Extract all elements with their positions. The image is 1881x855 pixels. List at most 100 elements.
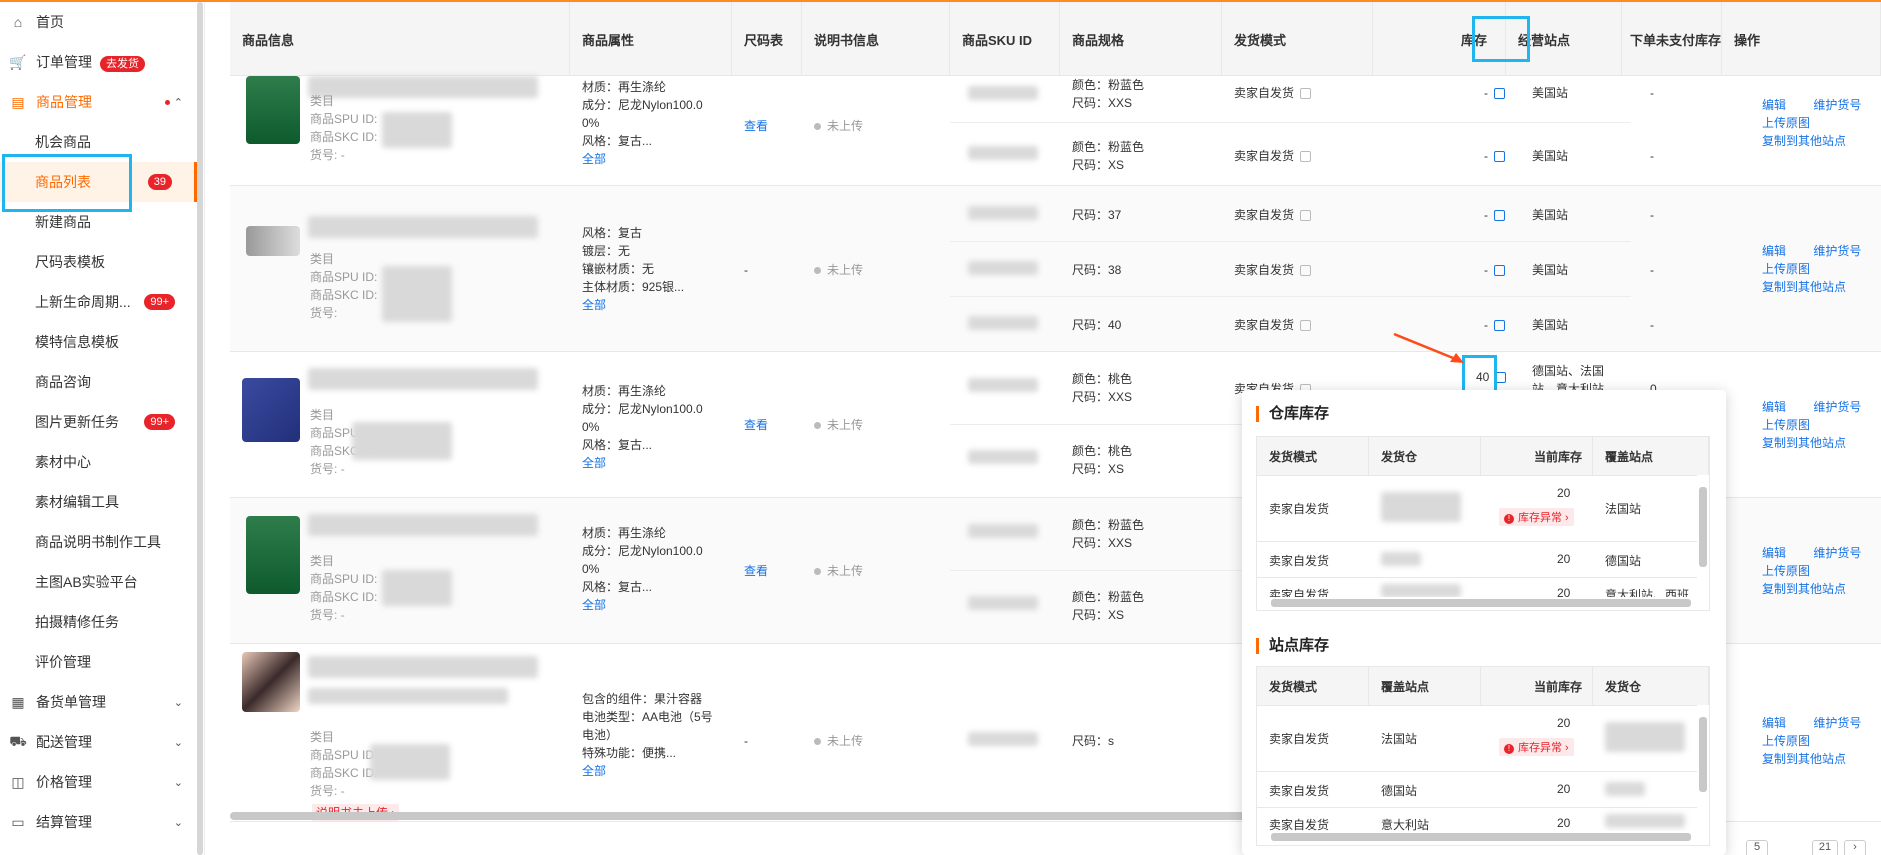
nav-stock-order[interactable]: ▦ 备货单管理 ⌄ [0, 682, 197, 722]
edit-icon[interactable] [1300, 151, 1312, 163]
stock-value: - [1484, 147, 1505, 165]
stock-exception-badge[interactable]: ! 库存异常 › [1499, 508, 1574, 526]
copy-site-link[interactable]: 复制到其他站点 [1762, 580, 1874, 598]
edit-stock-icon[interactable] [1494, 210, 1505, 222]
edit-stock-icon[interactable] [1494, 151, 1505, 163]
upload-image-link[interactable]: 上传原图 [1762, 114, 1874, 132]
sub-ab-platform[interactable]: 主图AB实验平台 [0, 562, 197, 602]
maintain-code-link[interactable]: 维护货号 [1813, 98, 1861, 112]
nav-orders[interactable]: 🛒 订单管理 去发货 [0, 42, 197, 82]
site-horizontal-scrollbar[interactable] [1271, 833, 1691, 841]
nav-price[interactable]: ◫ 价格管理 ⌄ [0, 762, 197, 802]
page-5-button[interactable]: 5 [1746, 840, 1768, 855]
wh-mode: 卖家自发货 [1269, 588, 1330, 597]
attrs-list: 材质：再生涤纶 成分：尼龙Nylon100.0 0% 风格：复古... 全部 [582, 78, 727, 168]
upload-image-link[interactable]: 上传原图 [1762, 416, 1874, 434]
lifecycle-badge: 99+ [144, 294, 175, 310]
sub-size-template[interactable]: 尺码表模板 [0, 242, 197, 282]
page-21-button[interactable]: 21 [1812, 840, 1838, 855]
th-unpaid: 下单未支付库存 [1622, 2, 1722, 76]
table-row: 类目 商品SPU ID: 商品SKC ID: 货号: 风格：复古 镀层：无 镶嵌材质… [230, 186, 1881, 352]
blurred-title [308, 368, 538, 390]
blurred-title [308, 76, 538, 98]
label-category: 类目 [310, 554, 335, 568]
edit-stock-icon[interactable] [1494, 88, 1505, 100]
copy-site-link[interactable]: 复制到其他站点 [1762, 278, 1874, 296]
label-sku-code: 货号: - [310, 784, 345, 798]
site-vertical-scrollbar[interactable] [1699, 717, 1707, 792]
maintain-code-link[interactable]: 维护货号 [1813, 244, 1861, 258]
blurred-title [308, 656, 538, 678]
edit-icon[interactable] [1300, 265, 1312, 277]
edit-icon[interactable] [1300, 88, 1312, 100]
maintain-code-link[interactable]: 维护货号 [1813, 546, 1861, 560]
edit-link[interactable]: 编辑 [1762, 400, 1786, 414]
cart-icon: 🛒 [9, 53, 27, 70]
upload-image-link[interactable]: 上传原图 [1762, 562, 1874, 580]
app-root: ⌂ 首页 🛒 订单管理 去发货 ▤ 商品管理 ⌃ 机会商品 商品列表 39 新建商… [0, 0, 1881, 855]
label-category: 类目 [310, 252, 335, 266]
maintain-code-link[interactable]: 维护货号 [1813, 400, 1861, 414]
chevron-up-icon: ⌃ [173, 96, 183, 109]
sub-review[interactable]: 评价管理 [0, 642, 197, 682]
nav-goods[interactable]: ▤ 商品管理 ⌃ [0, 82, 197, 122]
attrs-list: 风格：复古 镀层：无 镶嵌材质：无 主体材质：925银... 全部 [582, 224, 727, 314]
label-sku-code: 货号: - [310, 462, 345, 476]
edit-link[interactable]: 编辑 [1762, 244, 1786, 258]
edit-link[interactable]: 编辑 [1762, 98, 1786, 112]
sub-shoot-task[interactable]: 拍摄精修任务 [0, 602, 197, 642]
attrs-all-link[interactable]: 全部 [582, 596, 727, 614]
blurred-ids [382, 266, 452, 322]
sub-material-center[interactable]: 素材中心 [0, 442, 197, 482]
sidebar-scrollbar[interactable] [197, 2, 203, 855]
attrs-all-link[interactable]: 全部 [582, 296, 727, 314]
edit-stock-icon[interactable] [1494, 320, 1505, 332]
manual-status: 未上传 [814, 732, 863, 750]
copy-site-link[interactable]: 复制到其他站点 [1762, 750, 1874, 768]
sub-manual-tool[interactable]: 商品说明书制作工具 [0, 522, 197, 562]
copy-site-link[interactable]: 复制到其他站点 [1762, 132, 1874, 150]
wallet-icon: ▭ [11, 813, 25, 830]
product-thumbnail [242, 378, 300, 442]
next-page-icon[interactable]: › [1844, 840, 1866, 855]
edit-stock-icon[interactable] [1494, 265, 1505, 277]
nav-settlement[interactable]: ▭ 结算管理 ⌄ [0, 802, 197, 842]
sub-consult[interactable]: 商品咨询 [0, 362, 197, 402]
edit-link[interactable]: 编辑 [1762, 716, 1786, 730]
attrs-all-link[interactable]: 全部 [582, 454, 727, 472]
stock-exception-badge[interactable]: ! 库存异常 › [1499, 738, 1574, 756]
edit-icon[interactable] [1300, 320, 1312, 332]
nav-delivery[interactable]: ⛟ 配送管理 ⌄ [0, 722, 197, 762]
sub-material-editor[interactable]: 素材编辑工具 [0, 482, 197, 522]
size-table-view-link[interactable]: 查看 [744, 562, 768, 580]
blurred-ids [382, 112, 452, 148]
th-spec: 商品规格 [1060, 2, 1222, 76]
highlight-goods-list [2, 154, 132, 212]
edit-stock-icon[interactable] [1495, 372, 1507, 384]
maintain-code-link[interactable]: 维护货号 [1813, 716, 1861, 730]
edit-link[interactable]: 编辑 [1762, 546, 1786, 560]
warehouse-horizontal-scrollbar[interactable] [1271, 599, 1691, 607]
attrs-all-link[interactable]: 全部 [582, 150, 727, 168]
sku-spec: 尺码：40 [1072, 318, 1122, 332]
attrs-all-link[interactable]: 全部 [582, 762, 727, 780]
ship-mode: 卖家自发货 [1234, 206, 1312, 224]
upload-image-link[interactable]: 上传原图 [1762, 260, 1874, 278]
nav-home[interactable]: ⌂ 首页 [0, 2, 197, 42]
chevron-down-icon: ⌄ [173, 696, 183, 709]
blurred-warehouse [1381, 552, 1421, 566]
site-name: 法国站 [1381, 732, 1418, 746]
sub-model-template[interactable]: 模特信息模板 [0, 322, 197, 362]
edit-icon[interactable] [1300, 210, 1312, 222]
site-name: 意大利站 [1381, 818, 1430, 831]
copy-site-link[interactable]: 复制到其他站点 [1762, 434, 1874, 452]
size-table-view-link[interactable]: 查看 [744, 117, 768, 135]
sub-lifecycle[interactable]: 上新生命周期... 99+ [0, 282, 197, 322]
size-table-view-link[interactable]: 查看 [744, 416, 768, 434]
upload-image-link[interactable]: 上传原图 [1762, 732, 1874, 750]
sub-image-task[interactable]: 图片更新任务 99+ [0, 402, 197, 442]
warehouse-vertical-scrollbar[interactable] [1699, 487, 1707, 567]
wh-th-mode: 发货模式 [1257, 437, 1369, 475]
blurred-sku-id [968, 732, 1038, 746]
blurred-warehouse [1605, 722, 1685, 752]
